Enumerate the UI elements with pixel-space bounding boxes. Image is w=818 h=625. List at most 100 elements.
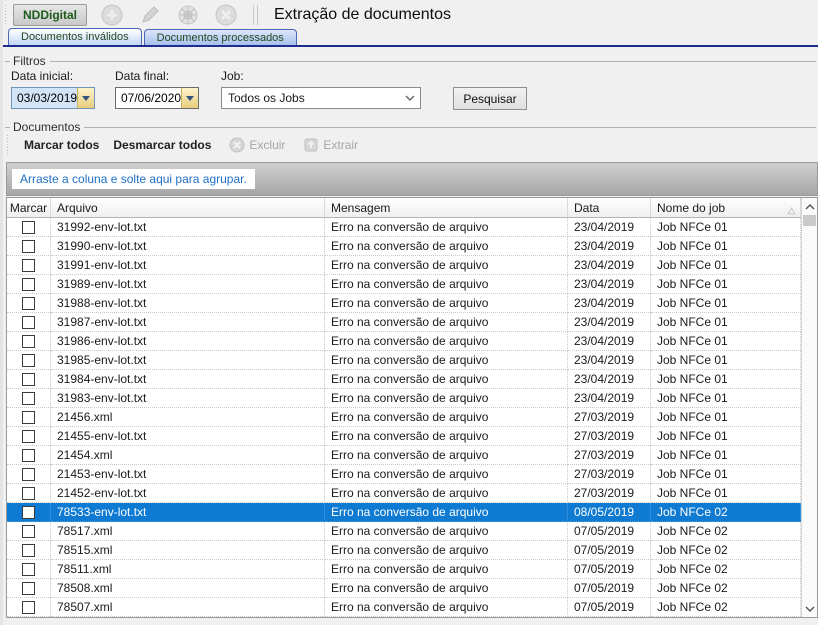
row-checkbox[interactable] [22,506,35,519]
row-date: 27/03/2019 [568,465,651,484]
end-date-value[interactable]: 07/06/2020 [116,88,181,108]
extract-button[interactable]: Extrair [303,137,358,153]
row-checkbox[interactable] [22,221,35,234]
scroll-down-icon[interactable] [802,600,817,617]
table-row[interactable]: 78515.xml Erro na conversão de arquivo 0… [7,541,801,560]
row-checkbox[interactable] [22,278,35,291]
chevron-down-icon[interactable] [400,88,420,108]
scrollbar-thumb[interactable] [803,215,816,226]
row-message: Erro na conversão de arquivo [325,427,568,446]
table-row[interactable]: 78533-env-lot.txt Erro na conversão de a… [7,503,801,522]
table-row[interactable]: 21453-env-lot.txt Erro na conversão de a… [7,465,801,484]
toolbar-grip[interactable] [4,4,8,26]
row-date: 23/04/2019 [568,237,651,256]
row-job: Job NFCe 01 [651,389,801,408]
table-row[interactable]: 78517.xml Erro na conversão de arquivo 0… [7,522,801,541]
job-label: Job: [221,69,244,83]
nddigital-button[interactable]: NDDigital [13,4,87,26]
table-row[interactable]: 78508.xml Erro na conversão de arquivo 0… [7,579,801,598]
row-checkbox[interactable] [22,354,35,367]
row-checkbox[interactable] [22,240,35,253]
gear-icon[interactable] [175,2,201,28]
mark-all-button[interactable]: Marcar todos [24,138,99,152]
table-row[interactable]: 21454.xml Erro na conversão de arquivo 2… [7,446,801,465]
table-row[interactable]: 31985-env-lot.txt Erro na conversão de a… [7,351,801,370]
column-header-mensagem[interactable]: Mensagem [325,198,568,217]
row-checkbox[interactable] [22,449,35,462]
row-file: 78507.xml [51,598,325,617]
row-checkbox[interactable] [22,601,35,614]
actionbar-grip[interactable] [6,134,10,156]
tab-label: Documentos inválidos [21,31,129,43]
column-header-data[interactable]: Data [568,198,651,217]
start-date-value[interactable]: 03/03/2019 [12,88,77,108]
row-date: 27/03/2019 [568,427,651,446]
circle-x-icon [229,137,245,153]
row-checkbox[interactable] [22,430,35,443]
row-job: Job NFCe 01 [651,446,801,465]
table-row[interactable]: 31988-env-lot.txt Erro na conversão de a… [7,294,801,313]
row-file: 31987-env-lot.txt [51,313,325,332]
row-job: Job NFCe 01 [651,465,801,484]
row-checkbox[interactable] [22,316,35,329]
table-row[interactable]: 31984-env-lot.txt Erro na conversão de a… [7,370,801,389]
scroll-up-icon[interactable] [802,198,817,215]
table-row[interactable]: 78511.xml Erro na conversão de arquivo 0… [7,560,801,579]
row-checkbox[interactable] [22,259,35,272]
vertical-scrollbar[interactable] [801,198,817,617]
row-date: 07/05/2019 [568,598,651,617]
row-checkbox[interactable] [22,297,35,310]
pencil-icon[interactable] [137,2,163,28]
add-icon[interactable] [99,2,125,28]
row-message: Erro na conversão de arquivo [325,237,568,256]
column-header-arquivo[interactable]: Arquivo [51,198,325,217]
group-by-bar[interactable]: Arraste a coluna e solte aqui para agrup… [6,162,818,196]
delete-button[interactable]: Excluir [229,137,285,153]
table-row[interactable]: 31989-env-lot.txt Erro na conversão de a… [7,275,801,294]
table-row[interactable]: 31992-env-lot.txt Erro na conversão de a… [7,218,801,237]
row-checkbox[interactable] [22,525,35,538]
row-checkbox[interactable] [22,373,35,386]
unmark-all-button[interactable]: Desmarcar todos [113,138,211,152]
row-checkbox[interactable] [22,335,35,348]
table-row[interactable]: 31983-env-lot.txt Erro na conversão de a… [7,389,801,408]
row-checkbox[interactable] [22,582,35,595]
start-date-field[interactable]: 03/03/2019 [11,87,95,109]
end-date-field[interactable]: 07/06/2020 [115,87,199,109]
tab-documentos-processados[interactable]: Documentos processados [144,29,297,45]
column-header-nome-do-job[interactable]: Nome do job [651,198,801,217]
row-checkbox[interactable] [22,544,35,557]
row-date: 27/03/2019 [568,484,651,503]
column-header-marcar[interactable]: Marcar [7,198,51,217]
row-checkbox[interactable] [22,392,35,405]
table-row[interactable]: 31991-env-lot.txt Erro na conversão de a… [7,256,801,275]
job-select[interactable]: Todos os Jobs [221,87,421,109]
documents-actionbar: Marcar todos Desmarcar todos Excluir Ext… [5,132,816,158]
page-title: Extração de documentos [274,6,451,24]
start-date-dropdown-button[interactable] [77,88,94,108]
grid-body: 31992-env-lot.txt Erro na conversão de a… [7,218,801,617]
search-button[interactable]: Pesquisar [453,87,527,110]
tab-documentos-invalidos[interactable]: Documentos inválidos [8,28,142,45]
table-row[interactable]: 31986-env-lot.txt Erro na conversão de a… [7,332,801,351]
end-date-dropdown-button[interactable] [181,88,198,108]
row-checkbox[interactable] [22,468,35,481]
table-row[interactable]: 21456.xml Erro na conversão de arquivo 2… [7,408,801,427]
row-date: 07/05/2019 [568,579,651,598]
table-row[interactable]: 21455-env-lot.txt Erro na conversão de a… [7,427,801,446]
row-checkbox[interactable] [22,411,35,424]
row-job: Job NFCe 02 [651,560,801,579]
scrollbar-track[interactable] [802,226,817,600]
row-job: Job NFCe 01 [651,218,801,237]
row-checkbox[interactable] [22,487,35,500]
table-row[interactable]: 21452-env-lot.txt Erro na conversão de a… [7,484,801,503]
row-checkbox[interactable] [22,563,35,576]
table-row[interactable]: 78507.xml Erro na conversão de arquivo 0… [7,598,801,617]
row-job: Job NFCe 01 [651,313,801,332]
table-row[interactable]: 31990-env-lot.txt Erro na conversão de a… [7,237,801,256]
row-file: 78533-env-lot.txt [51,503,325,522]
row-message: Erro na conversão de arquivo [325,389,568,408]
row-job: Job NFCe 01 [651,256,801,275]
table-row[interactable]: 31987-env-lot.txt Erro na conversão de a… [7,313,801,332]
close-icon[interactable] [213,2,239,28]
